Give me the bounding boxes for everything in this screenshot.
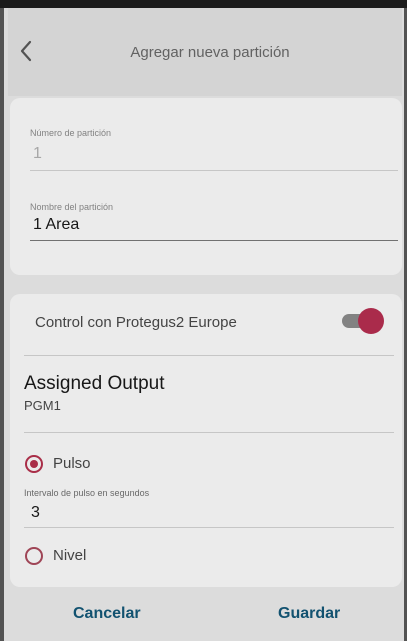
control-label: Control con Protegus2 Europe — [35, 314, 237, 331]
partition-name-underline — [30, 240, 398, 241]
partition-number-value: 1 — [33, 145, 42, 162]
cancel-button[interactable]: Cancelar — [73, 605, 141, 623]
assigned-output-value[interactable]: PGM1 — [24, 398, 61, 413]
left-edge — [0, 8, 4, 641]
pulse-label[interactable]: Pulso — [53, 455, 91, 472]
control-toggle-knob[interactable] — [358, 308, 384, 334]
pulse-interval-input[interactable]: 3 — [31, 504, 40, 522]
save-button[interactable]: Guardar — [278, 605, 340, 623]
back-arrow-icon[interactable] — [17, 40, 35, 62]
pulse-interval-underline — [24, 527, 394, 528]
control-divider — [24, 355, 394, 356]
partition-number-label: Número de partición — [30, 128, 112, 138]
level-radio[interactable] — [25, 547, 43, 565]
pulse-radio[interactable] — [25, 455, 43, 473]
partition-number-underline — [30, 170, 398, 171]
page-title: Agregar nueva partición — [130, 44, 290, 61]
level-label[interactable]: Nivel — [53, 547, 86, 564]
status-bar — [0, 0, 407, 8]
pulse-interval-label: Intervalo de pulso en segundos — [24, 488, 150, 498]
output-card — [10, 294, 402, 587]
assigned-output-title: Assigned Output — [24, 373, 165, 394]
output-divider — [24, 432, 394, 433]
partition-card — [10, 98, 402, 275]
partition-name-input[interactable]: 1 Area — [33, 216, 79, 234]
partition-name-label: Nombre del partición — [30, 202, 114, 212]
